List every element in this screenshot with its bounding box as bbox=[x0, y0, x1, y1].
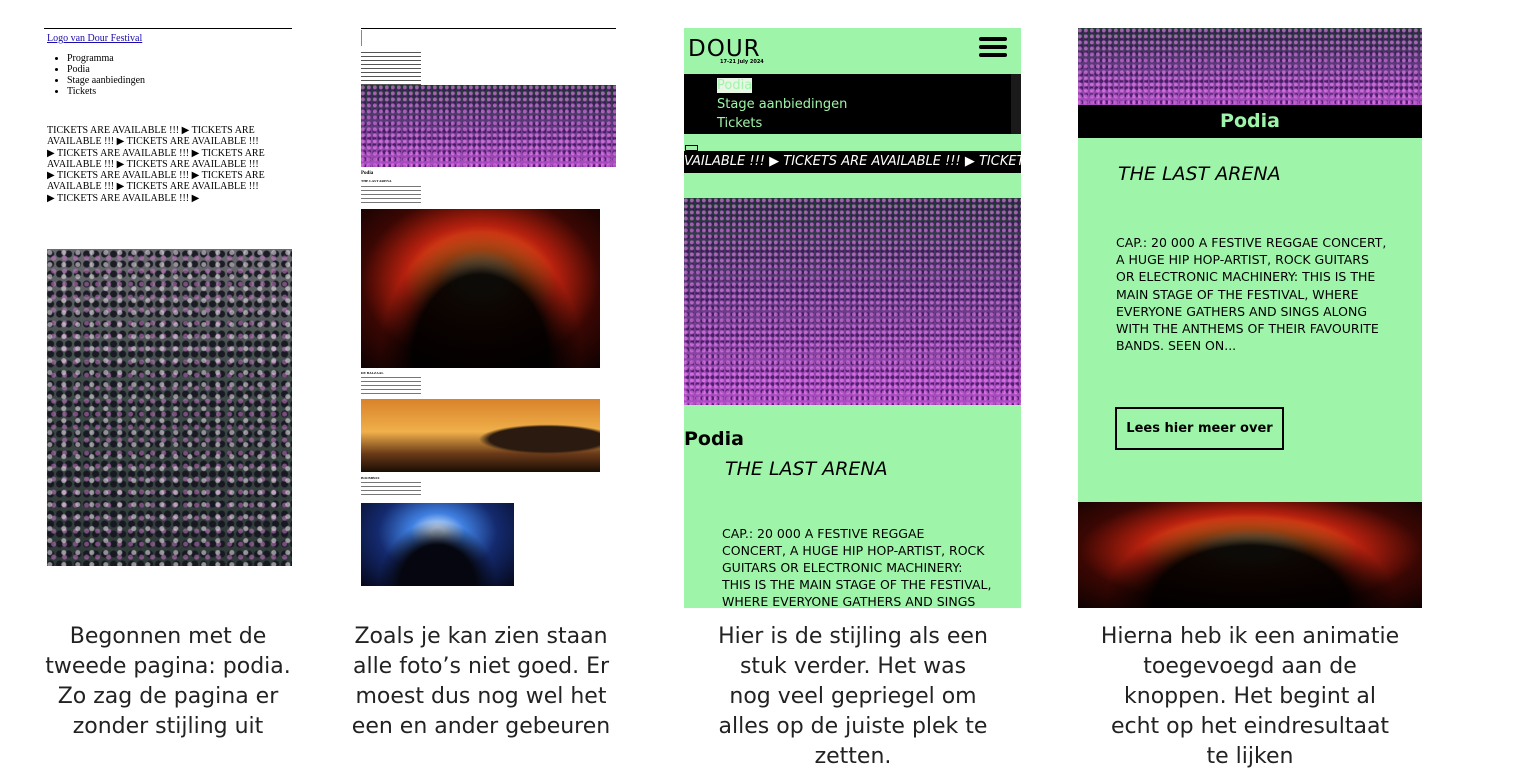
tiny-text bbox=[361, 377, 421, 395]
festival-date: 17-21 July 2024 bbox=[720, 59, 764, 65]
read-more-button[interactable]: Lees hier meer over bbox=[1115, 407, 1284, 450]
stage-title: THE LAST ARENA bbox=[725, 458, 888, 480]
boombox-heading: BOOMBOX bbox=[361, 476, 380, 480]
nav-item-tickets[interactable]: Tickets bbox=[67, 86, 145, 97]
divider bbox=[361, 28, 616, 29]
stage-title: THE LAST ARENA bbox=[1118, 163, 1281, 185]
nav-menu: Podia Stage aanbiedingen Tickets bbox=[684, 74, 1021, 134]
stage-description: CAP.: 20 000 A FESTIVE REGGAE CONCERT, A… bbox=[722, 526, 992, 608]
tiny-nav bbox=[361, 30, 422, 46]
tiny-text bbox=[361, 482, 421, 498]
arena-photo bbox=[1078, 28, 1422, 106]
sunset-photo bbox=[361, 399, 600, 472]
nav-item-stage[interactable]: Stage aanbiedingen bbox=[67, 75, 145, 86]
stage-description: CAP.: 20 000 A FESTIVE REGGAE CONCERT, A… bbox=[1116, 235, 1387, 354]
nav-item-stage[interactable]: Stage aanbiedingen bbox=[717, 97, 847, 112]
screenshot-broken-images: Podia THE LAST ARENA DE BALZAAL BOOMBOX bbox=[361, 28, 616, 588]
screenshot-styled: DOUR 17-21 July 2024 Podia Stage aanbied… bbox=[684, 28, 1021, 608]
arena-heading: THE LAST ARENA bbox=[361, 179, 392, 183]
balzaal-heading: DE BALZAAL bbox=[361, 371, 384, 375]
crowd-photo bbox=[47, 249, 292, 566]
page-title: Podia bbox=[1220, 110, 1280, 132]
nav-list: Programma Podia Stage aanbiedingen Ticke… bbox=[51, 53, 145, 97]
blue-stage-photo bbox=[361, 503, 514, 586]
page-title: Podia bbox=[684, 428, 744, 450]
stage-photo bbox=[1078, 502, 1422, 608]
divider bbox=[44, 28, 292, 29]
caption-2: Zoals je kan zien staan alle foto’s niet… bbox=[351, 624, 611, 739]
caption-4: Hierna heb ik een animatie toegevoegd aa… bbox=[1100, 624, 1400, 769]
caption-1: Begonnen met de tweede pagina: podia. Zo… bbox=[45, 624, 291, 739]
scrollbar[interactable] bbox=[1011, 74, 1021, 134]
nav-item-programma[interactable]: Programma bbox=[67, 53, 145, 64]
title-bar: Podia bbox=[1078, 105, 1422, 138]
tickets-ticker: TICKETS ARE AVAILABLE !!! ▶ TICKETS ARE … bbox=[47, 125, 265, 204]
tiny-text bbox=[361, 186, 421, 206]
screenshot-unstyled: Logo van Dour Festival Programma Podia S… bbox=[44, 28, 292, 568]
tickets-ticker: VAILABLE !!! ▶ TICKETS ARE AVAILABLE !!!… bbox=[684, 151, 1021, 173]
menu-icon[interactable] bbox=[979, 37, 1007, 57]
nav-item-tickets[interactable]: Tickets bbox=[717, 116, 762, 131]
logo-link[interactable]: Logo van Dour Festival bbox=[47, 33, 142, 44]
stage-photo bbox=[361, 209, 600, 368]
caption-3: Hier is de stijling als een stuk verder.… bbox=[718, 624, 988, 769]
podia-heading: Podia bbox=[361, 171, 374, 176]
arena-photo bbox=[684, 198, 1021, 405]
arena-photo bbox=[361, 85, 616, 167]
nav-item-podia[interactable]: Podia bbox=[67, 64, 145, 75]
tiny-ticker bbox=[361, 52, 421, 88]
nav-item-podia[interactable]: Podia bbox=[717, 78, 753, 93]
screenshot-final: Podia THE LAST ARENA CAP.: 20 000 A FEST… bbox=[1078, 28, 1422, 608]
